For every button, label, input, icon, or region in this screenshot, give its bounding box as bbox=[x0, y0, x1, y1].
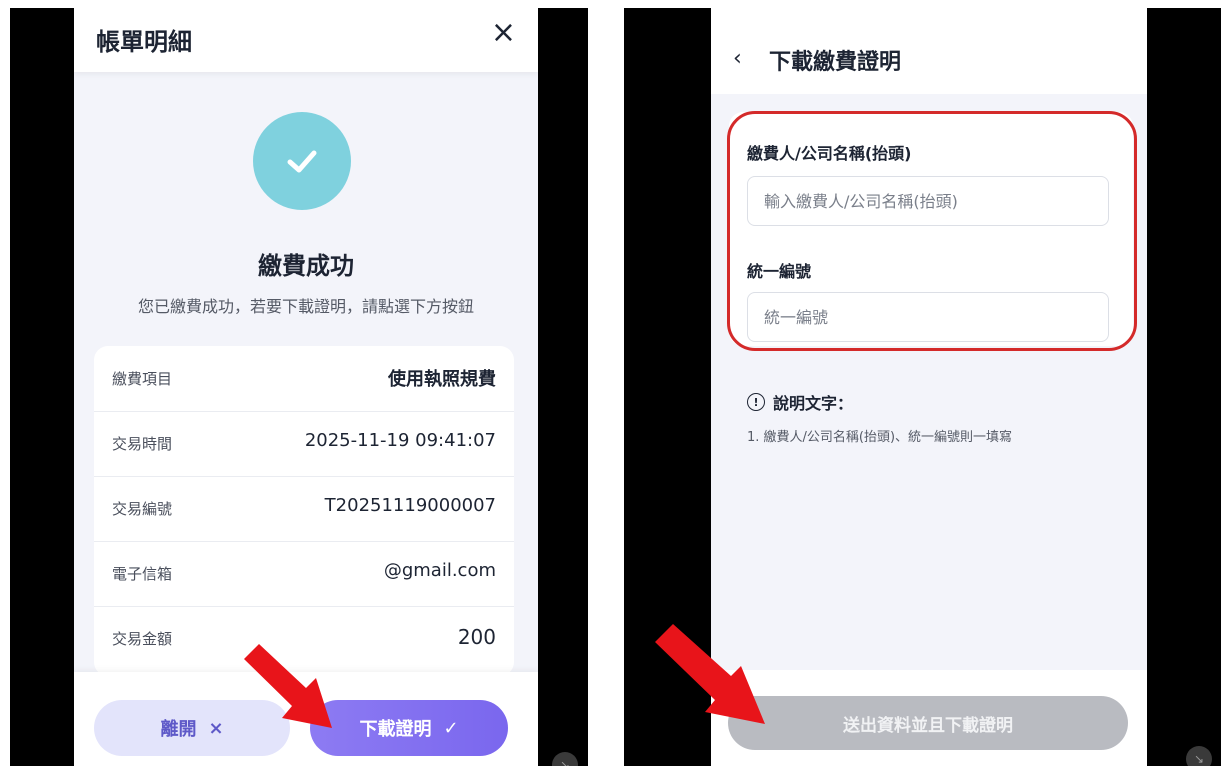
note-title: ! 說明文字： bbox=[747, 390, 853, 414]
close-icon[interactable]: × bbox=[491, 18, 516, 48]
close-icon: × bbox=[208, 717, 224, 739]
status-title: 繳費成功 bbox=[258, 252, 354, 280]
detail-value: 200 bbox=[457, 625, 496, 649]
detail-label: 交易編號 bbox=[112, 500, 173, 518]
right-screenshot: ‹ 下載繳費證明 繳費人/公司名稱(抬頭) 統一編號 ! 說明文字： 1. 繳費… bbox=[624, 8, 1221, 766]
detail-row: 繳費項目 使用執照規費 bbox=[94, 346, 514, 412]
status-description: 您已繳費成功，若要下載證明，請點選下方按鈕 bbox=[137, 297, 474, 316]
back-icon[interactable]: ‹ bbox=[733, 46, 742, 71]
payment-detail-card: 繳費項目 使用執照規費 交易時間 2025-11-19 09:41:07 交易編… bbox=[94, 346, 514, 676]
detail-label: 交易時間 bbox=[112, 435, 173, 453]
note-text: 1. 繳費人/公司名稱(抬頭)、統一編號則一填寫 bbox=[747, 430, 1013, 445]
left-screenshot: 帳單明細 × 繳費成功 您已繳費成功，若要下載證明，請點選下方按鈕 繳費項目 使… bbox=[10, 8, 588, 766]
detail-value: T20251119000007 bbox=[324, 495, 496, 516]
download-label: 下載證明 bbox=[359, 719, 432, 740]
detail-row: 交易編號 T20251119000007 bbox=[94, 476, 514, 542]
leave-label: 離開 bbox=[160, 719, 197, 740]
detail-label: 電子信箱 bbox=[112, 565, 173, 583]
download-header: ‹ 下載繳費證明 bbox=[711, 8, 1147, 94]
page-title: 帳單明細 bbox=[96, 28, 192, 56]
check-icon: ✓ bbox=[443, 717, 459, 739]
red-arrow-annotation bbox=[655, 624, 765, 724]
detail-row: 電子信箱 @gmail.com bbox=[94, 541, 514, 607]
highlight-annotation bbox=[727, 111, 1137, 351]
collapse-icon[interactable]: ↘ bbox=[552, 752, 578, 766]
info-icon: ! bbox=[747, 393, 765, 411]
detail-value: @gmail.com bbox=[383, 560, 496, 581]
success-check-icon bbox=[253, 112, 351, 210]
red-arrow-annotation bbox=[244, 644, 332, 728]
detail-row: 交易時間 2025-11-19 09:41:07 bbox=[94, 411, 514, 477]
detail-label: 交易金額 bbox=[112, 630, 173, 648]
page-title: 下載繳費證明 bbox=[769, 50, 902, 75]
bill-detail-header: 帳單明細 × bbox=[74, 8, 538, 72]
detail-value: 使用執照規費 bbox=[388, 369, 496, 390]
submit-download-button[interactable]: 送出資料並且下載證明 bbox=[728, 696, 1128, 750]
detail-value: 2025-11-19 09:41:07 bbox=[304, 430, 496, 451]
collapse-icon[interactable]: ↘ bbox=[1186, 746, 1212, 766]
note-title-label: 說明文字： bbox=[773, 394, 854, 413]
detail-label: 繳費項目 bbox=[112, 370, 173, 388]
